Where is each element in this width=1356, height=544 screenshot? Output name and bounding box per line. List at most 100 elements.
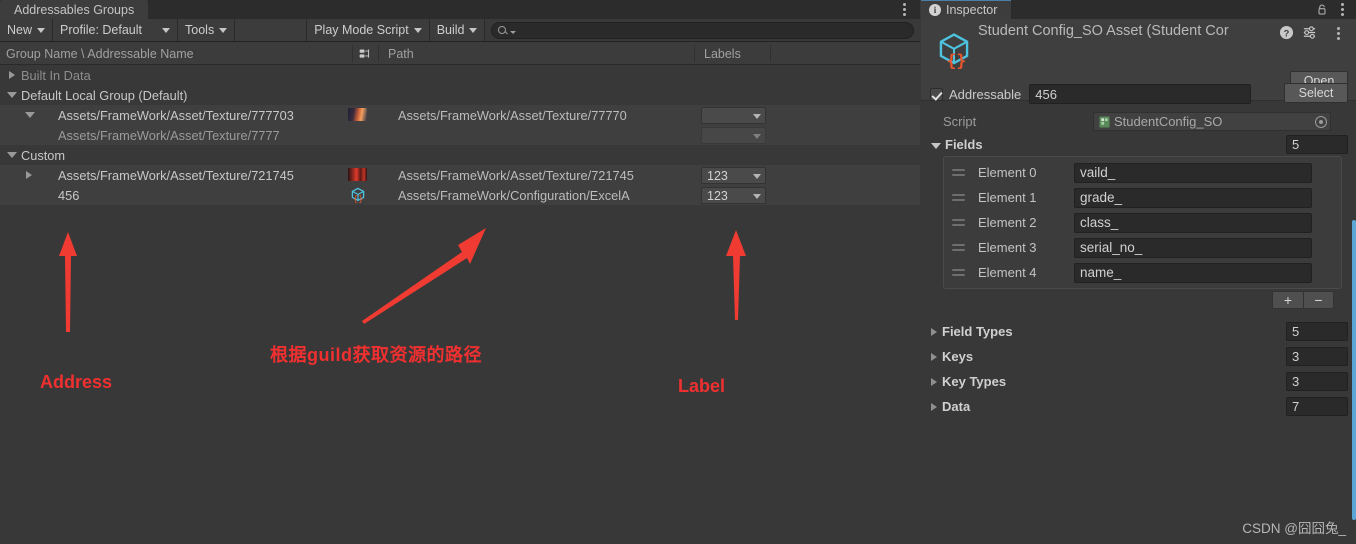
arrow-address-icon [59,232,77,332]
fields-size-input[interactable]: 5 [1286,135,1348,154]
chevron-down-icon[interactable] [25,112,35,118]
element-value-input[interactable]: grade_ [1074,187,1312,208]
data-property-row[interactable]: Data 7 [921,394,1356,419]
list-item[interactable]: Element 4 name_ [944,260,1341,285]
tree-row-built-in-data[interactable]: Built In Data [0,65,920,85]
list-item[interactable]: Element 1 grade_ [944,185,1341,210]
group-name-label: Built In Data [21,67,91,83]
script-property-row: Script StudentConfig_SO [921,110,1356,133]
list-item[interactable]: Element 3 serial_no_ [944,235,1341,260]
field-types-size-value: 5 [1292,324,1300,339]
remove-element-button[interactable]: − [1303,291,1334,309]
element-value-input[interactable]: name_ [1074,262,1312,283]
column-divider[interactable] [770,45,771,62]
drag-handle-icon[interactable] [952,194,965,202]
column-path[interactable]: Path [382,42,692,65]
field-types-property-row[interactable]: Field Types 5 [921,319,1356,344]
key-types-property-row[interactable]: Key Types 3 [921,369,1356,394]
keys-property-row[interactable]: Keys 3 [921,344,1356,369]
chevron-right-icon[interactable] [931,377,937,386]
drag-handle-icon[interactable] [952,244,965,252]
table-row[interactable]: Assets/FrameWork/Asset/Texture/721745 As… [0,165,920,185]
data-size-input[interactable]: 7 [1286,397,1348,416]
table-row[interactable]: Assets/FrameWork/Asset/Texture/7777 [0,125,920,145]
fields-label: Fields [945,137,983,152]
addressables-groups-panel: Addressables Groups New Profile: Default… [0,0,920,544]
drag-handle-icon[interactable] [952,269,965,277]
column-divider[interactable] [694,45,695,62]
svg-text:{}: {} [946,52,966,69]
column-group-name[interactable]: Group Name \ Addressable Name [0,42,352,65]
label-dropdown[interactable] [701,107,766,124]
list-item[interactable]: Element 2 class_ [944,210,1341,235]
inspector-menu-icon[interactable] [1336,3,1348,16]
tab-addressables-groups[interactable]: Addressables Groups [0,0,149,19]
column-group-name-label: Group Name \ Addressable Name [6,46,194,61]
key-types-label: Key Types [942,374,1007,389]
column-labels[interactable]: Labels [698,42,770,65]
label-dropdown[interactable] [701,127,766,144]
addressable-address-input[interactable]: 456 [1029,84,1252,104]
select-button[interactable]: Select [1284,83,1348,103]
drag-handle-icon[interactable] [952,169,965,177]
page-title: Student Config_SO Asset (Student Cor [978,23,1229,39]
panel-menu-icon[interactable] [898,2,910,17]
chevron-down-icon [753,113,761,119]
fields-property-row[interactable]: Fields 5 [921,133,1356,156]
addressable-checkbox[interactable] [930,87,943,101]
element-value-input[interactable]: class_ [1074,212,1312,233]
column-divider[interactable] [352,45,353,62]
remove-element-label: − [1314,292,1323,308]
tree-column-header: Group Name \ Addressable Name Path Label… [0,42,920,65]
list-item[interactable]: Element 0 vaild_ [944,160,1341,185]
profile-label: Profile: Default [60,23,142,37]
key-types-size-input[interactable]: 3 [1286,372,1348,391]
field-types-size-input[interactable]: 5 [1286,322,1348,341]
texture-thumbnail-icon [348,168,367,181]
element-value-input[interactable]: vaild_ [1074,162,1312,183]
addressables-tree: Built In Data Default Local Group (Defau… [0,65,920,205]
chevron-down-icon [162,28,171,33]
help-icon[interactable]: ? [1279,25,1294,40]
entry-address-label: Assets/FrameWork/Asset/Texture/777703 [58,107,294,123]
tools-dropdown-button[interactable]: Tools [178,19,236,41]
table-row[interactable]: Assets/FrameWork/Asset/Texture/777703 As… [0,105,920,125]
object-picker-icon[interactable] [1315,116,1327,128]
script-object-field[interactable]: StudentConfig_SO [1093,112,1331,131]
chevron-right-icon[interactable] [931,352,937,361]
tree-row-custom-group[interactable]: Custom [0,145,920,165]
add-element-label: + [1283,292,1293,308]
tab-label: Addressables Groups [14,2,135,17]
tree-row-default-local-group[interactable]: Default Local Group (Default) [0,85,920,105]
group-name-label: Custom [21,147,66,163]
label-dropdown[interactable]: 123 [701,187,766,204]
chevron-right-icon[interactable] [931,402,937,411]
entry-path-label: Assets/FrameWork/Asset/Texture/721745 [398,167,634,183]
play-mode-script-dropdown-button[interactable]: Play Mode Script [307,19,430,41]
column-divider[interactable] [378,45,379,62]
element-value-input[interactable]: serial_no_ [1074,237,1312,258]
column-path-label: Path [388,46,414,61]
profile-dropdown-button[interactable]: Profile: Default [53,19,179,41]
build-dropdown-button[interactable]: Build [429,19,486,41]
add-element-button[interactable]: + [1272,291,1303,309]
label-dropdown[interactable]: 123 [701,167,766,184]
chevron-right-icon[interactable] [9,71,15,79]
preset-icon[interactable] [1302,25,1317,40]
search-input[interactable] [491,21,914,39]
tab-inspector[interactable]: i Inspector [921,0,1012,19]
chevron-down-icon[interactable] [7,152,17,158]
lock-icon[interactable] [1316,3,1328,16]
chevron-right-icon[interactable] [26,171,32,179]
keys-size-input[interactable]: 3 [1286,347,1348,366]
drag-handle-icon[interactable] [952,219,965,227]
table-row[interactable]: 456 {} Assets/FrameWork/Configuration/Ex… [0,185,920,205]
chevron-right-icon[interactable] [931,327,937,336]
chevron-down-icon[interactable] [7,92,17,98]
entry-address-label: Assets/FrameWork/Asset/Texture/721745 [58,167,294,183]
script-value: StudentConfig_SO [1114,114,1223,129]
chevron-down-icon[interactable] [931,142,941,149]
component-menu-icon[interactable] [1332,26,1344,41]
new-dropdown-button[interactable]: New [0,19,54,41]
element-value: grade_ [1080,190,1123,205]
